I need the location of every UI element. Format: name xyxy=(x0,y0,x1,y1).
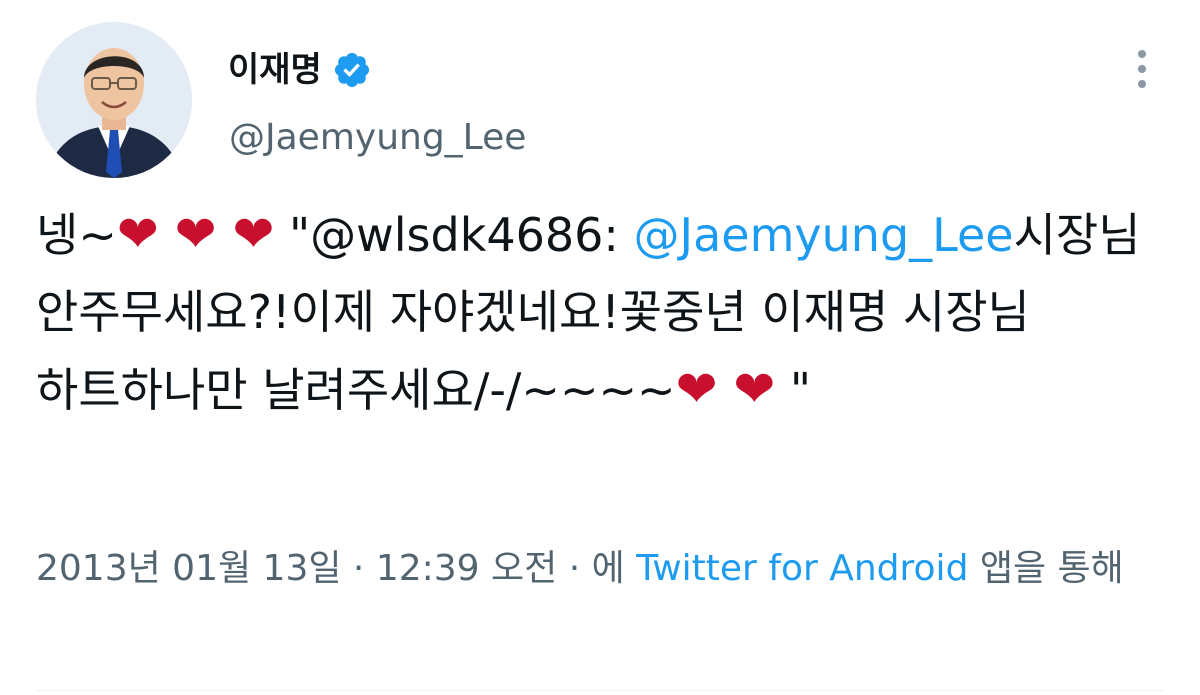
mention-link[interactable]: @Jaemyung_Lee xyxy=(634,208,1014,262)
tweet-text-part4: " xyxy=(775,363,812,417)
source-suffix: 앱을 통해 xyxy=(968,548,1124,589)
tweet-date[interactable]: 2013년 01월 13일 xyxy=(36,548,341,589)
heart-emoji-group-a: ❤ ❤ ❤ xyxy=(116,205,275,263)
heart-emoji-group-b: ❤ ❤ xyxy=(675,360,776,418)
tweet-metadata: 2013년 01월 13일 · 12:39 오전 · 에 Twitter for… xyxy=(36,540,1166,598)
avatar-photo xyxy=(36,22,192,178)
source-app-link[interactable]: Twitter for Android xyxy=(636,548,968,589)
tweet-text-part1: 넹~ xyxy=(36,208,117,262)
display-name[interactable]: 이재명 xyxy=(228,48,322,92)
user-handle[interactable]: @Jaemyung_Lee xyxy=(229,114,526,162)
tweet-time[interactable]: 12:39 오전 xyxy=(376,548,557,589)
tweet-text-part2: "@wlsdk4686: xyxy=(274,208,634,262)
tweet-card: 이재명 @Jaemyung_Lee 넹~❤ ❤ ❤ "@wlsdk4686: @… xyxy=(0,0,1200,695)
verified-badge-icon xyxy=(332,50,372,90)
divider xyxy=(36,690,1164,691)
meta-separator: · xyxy=(341,548,376,589)
source-prefix: 에 xyxy=(591,548,637,589)
avatar[interactable] xyxy=(36,22,192,178)
meta-separator: · xyxy=(557,548,592,589)
tweet-text: 넹~❤ ❤ ❤ "@wlsdk4686: @Jaemyung_Lee시장님 안주… xyxy=(36,196,1166,429)
more-options-icon[interactable] xyxy=(1128,46,1156,92)
display-name-row[interactable]: 이재명 xyxy=(228,48,372,92)
